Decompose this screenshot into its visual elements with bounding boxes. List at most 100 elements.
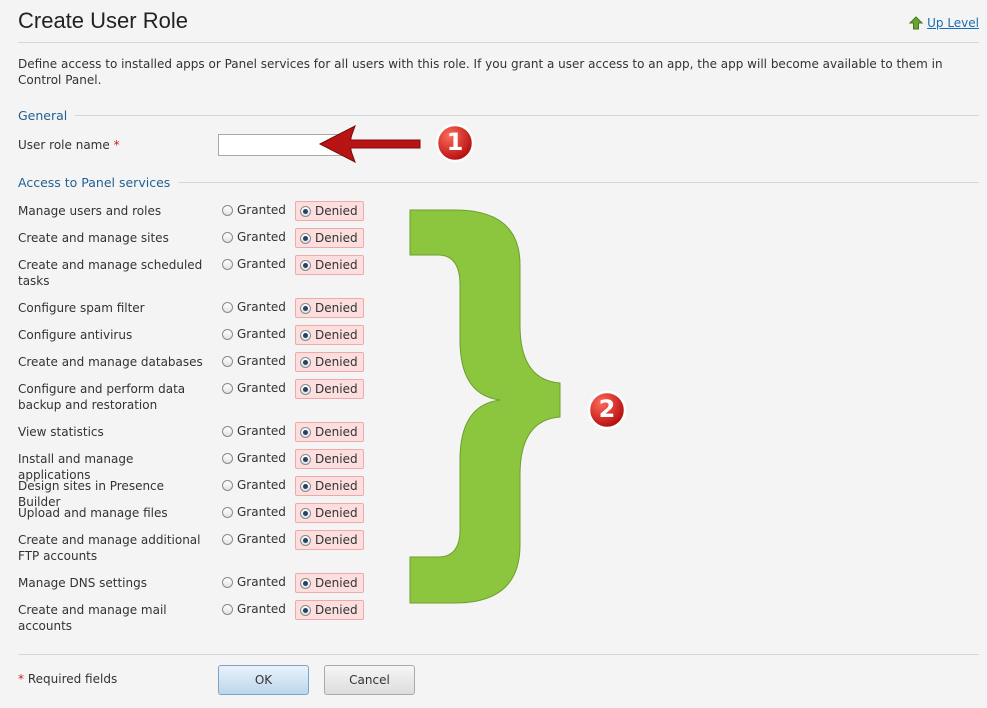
permission-label: Configure spam filter bbox=[18, 301, 145, 315]
denied-radio[interactable] bbox=[300, 426, 311, 438]
granted-radio[interactable] bbox=[222, 355, 233, 367]
granted-label: Granted bbox=[237, 575, 286, 589]
granted-radio[interactable] bbox=[222, 506, 233, 518]
permission-label: Manage users and roles bbox=[18, 204, 162, 218]
section-access: Access to Panel services bbox=[18, 175, 979, 190]
denied-option[interactable]: Denied bbox=[295, 298, 364, 318]
denied-radio[interactable] bbox=[300, 259, 311, 271]
denied-label: Denied bbox=[315, 533, 358, 547]
granted-option[interactable]: Granted bbox=[222, 422, 286, 440]
denied-option[interactable]: Denied bbox=[295, 503, 364, 523]
granted-label: Granted bbox=[237, 505, 286, 519]
granted-radio[interactable] bbox=[222, 328, 233, 340]
up-level-link[interactable]: Up Level bbox=[909, 16, 979, 30]
denied-label: Denied bbox=[315, 506, 358, 520]
denied-option[interactable]: Denied bbox=[295, 422, 364, 442]
denied-radio[interactable] bbox=[300, 356, 311, 368]
denied-option[interactable]: Denied bbox=[295, 449, 364, 469]
granted-radio[interactable] bbox=[222, 576, 233, 588]
marker-2-label: 2 bbox=[598, 395, 616, 423]
permission-label: Manage DNS settings bbox=[18, 576, 147, 590]
denied-label: Denied bbox=[315, 576, 358, 590]
denied-radio[interactable] bbox=[300, 232, 311, 244]
denied-radio[interactable] bbox=[300, 577, 311, 589]
denied-option[interactable]: Denied bbox=[295, 201, 364, 221]
cancel-button[interactable]: Cancel bbox=[324, 665, 415, 695]
ok-button[interactable]: OK bbox=[218, 665, 309, 695]
denied-radio[interactable] bbox=[300, 329, 311, 341]
up-level-label: Up Level bbox=[927, 16, 979, 30]
granted-radio[interactable] bbox=[222, 231, 233, 243]
granted-label: Granted bbox=[237, 327, 286, 341]
granted-radio[interactable] bbox=[222, 258, 233, 270]
granted-label: Granted bbox=[237, 257, 286, 271]
denied-option[interactable]: Denied bbox=[295, 476, 364, 496]
denied-option[interactable]: Denied bbox=[295, 325, 364, 345]
title-divider bbox=[18, 42, 979, 43]
granted-option[interactable]: Granted bbox=[222, 255, 286, 273]
denied-option[interactable]: Denied bbox=[295, 352, 364, 372]
denied-option[interactable]: Denied bbox=[295, 600, 364, 620]
granted-label: Granted bbox=[237, 478, 286, 492]
denied-label: Denied bbox=[315, 603, 358, 617]
denied-radio[interactable] bbox=[300, 507, 311, 519]
denied-label: Denied bbox=[315, 382, 358, 396]
denied-radio[interactable] bbox=[300, 480, 311, 492]
granted-option[interactable]: Granted bbox=[222, 449, 286, 467]
permission-label: Create and manage sites bbox=[18, 231, 169, 245]
granted-option[interactable]: Granted bbox=[222, 530, 286, 548]
denied-radio[interactable] bbox=[300, 534, 311, 546]
granted-label: Granted bbox=[237, 451, 286, 465]
granted-label: Granted bbox=[237, 532, 286, 546]
denied-label: Denied bbox=[315, 258, 358, 272]
denied-label: Denied bbox=[315, 479, 358, 493]
marker-2: 2 bbox=[586, 389, 628, 431]
required-fields-note: * Required fields bbox=[18, 672, 118, 686]
denied-radio[interactable] bbox=[300, 453, 311, 465]
denied-label: Denied bbox=[315, 355, 358, 369]
granted-option[interactable]: Granted bbox=[222, 201, 286, 219]
denied-option[interactable]: Denied bbox=[295, 228, 364, 248]
denied-option[interactable]: Denied bbox=[295, 255, 364, 275]
granted-radio[interactable] bbox=[222, 301, 233, 313]
granted-radio[interactable] bbox=[222, 479, 233, 491]
denied-radio[interactable] bbox=[300, 604, 311, 616]
granted-option[interactable]: Granted bbox=[222, 352, 286, 370]
denied-label: Denied bbox=[315, 452, 358, 466]
granted-option[interactable]: Granted bbox=[222, 298, 286, 316]
granted-option[interactable]: Granted bbox=[222, 503, 286, 521]
granted-option[interactable]: Granted bbox=[222, 600, 286, 618]
permission-label: Create and manage databases bbox=[18, 355, 203, 369]
granted-option[interactable]: Granted bbox=[222, 476, 286, 494]
denied-label: Denied bbox=[315, 204, 358, 218]
granted-radio[interactable] bbox=[222, 533, 233, 545]
permission-label: Upload and manage files bbox=[18, 506, 168, 520]
denied-option[interactable]: Denied bbox=[295, 379, 364, 399]
granted-radio[interactable] bbox=[222, 603, 233, 615]
granted-option[interactable]: Granted bbox=[222, 573, 286, 591]
permission-label: Configure and perform data backup and re… bbox=[18, 382, 186, 412]
granted-option[interactable]: Granted bbox=[222, 228, 286, 246]
denied-label: Denied bbox=[315, 425, 358, 439]
denied-radio[interactable] bbox=[300, 205, 311, 217]
denied-label: Denied bbox=[315, 231, 358, 245]
brace-icon bbox=[409, 209, 561, 604]
denied-option[interactable]: Denied bbox=[295, 530, 364, 550]
user-role-name-label: User role name * bbox=[18, 138, 120, 152]
denied-radio[interactable] bbox=[300, 302, 311, 314]
granted-radio[interactable] bbox=[222, 382, 233, 394]
granted-label: Granted bbox=[237, 602, 286, 616]
granted-label: Granted bbox=[237, 381, 286, 395]
page-title: Create User Role bbox=[18, 8, 188, 33]
denied-option[interactable]: Denied bbox=[295, 573, 364, 593]
granted-radio[interactable] bbox=[222, 204, 233, 216]
denied-radio[interactable] bbox=[300, 383, 311, 395]
granted-option[interactable]: Granted bbox=[222, 379, 286, 397]
granted-radio[interactable] bbox=[222, 425, 233, 437]
granted-label: Granted bbox=[237, 300, 286, 314]
granted-radio[interactable] bbox=[222, 452, 233, 464]
granted-option[interactable]: Granted bbox=[222, 325, 286, 343]
permission-label: View statistics bbox=[18, 425, 104, 439]
granted-label: Granted bbox=[237, 230, 286, 244]
permission-label: Create and manage mail accounts bbox=[18, 603, 167, 633]
